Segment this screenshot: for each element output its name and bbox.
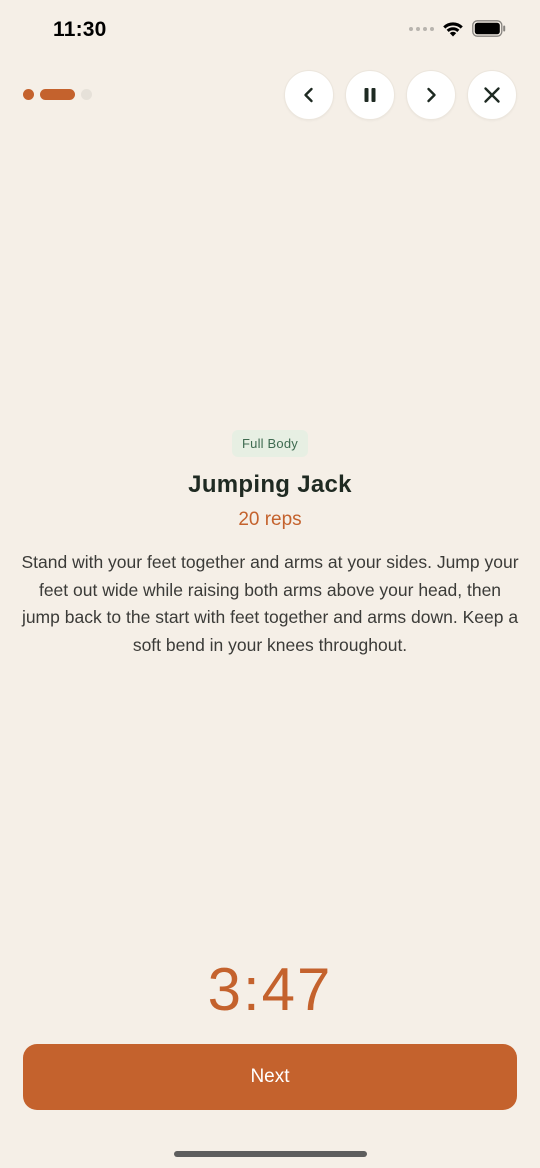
close-icon [484,87,500,103]
workout-controls [284,70,517,120]
workout-screen: 11:30 Full Body Jumping Jack 20 reps Sta… [0,0,540,1168]
battery-icon [472,20,506,37]
next-exercise-button[interactable] [406,70,456,120]
wifi-icon [443,22,463,37]
pause-icon [364,88,376,102]
exercise-description: Stand with your feet together and arms a… [21,552,519,655]
progress-step-current [40,89,75,100]
step-progress [23,89,92,100]
chevron-left-icon [304,87,313,103]
exercise-card: Full Body Jumping Jack 20 reps Stand wit… [0,430,540,659]
status-time: 11:30 [53,18,107,41]
exercise-reps: 20 reps [238,509,302,530]
chevron-right-icon [427,87,436,103]
home-indicator[interactable] [174,1151,367,1157]
next-button[interactable]: Next [23,1044,517,1110]
close-button[interactable] [467,70,517,120]
progress-step-completed [23,89,34,100]
exercise-title: Jumping Jack [188,471,352,498]
next-button-label: Next [250,1066,290,1087]
pause-button[interactable] [345,70,395,120]
countdown-timer: 3:47 [207,956,333,1023]
status-icons [409,20,506,37]
category-badge: Full Body [232,430,308,457]
cellular-signal-icon [409,26,434,31]
previous-button[interactable] [284,70,334,120]
progress-step-upcoming [81,89,92,100]
